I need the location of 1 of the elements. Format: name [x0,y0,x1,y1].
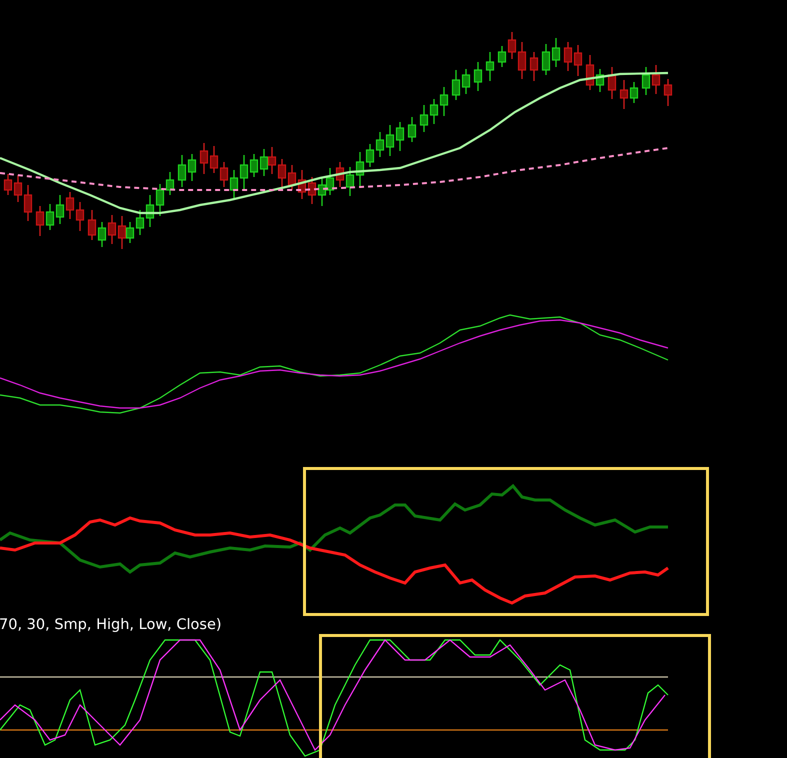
indicator-legend: 70, 30, Smp, High, Low, Close) [0,617,222,633]
